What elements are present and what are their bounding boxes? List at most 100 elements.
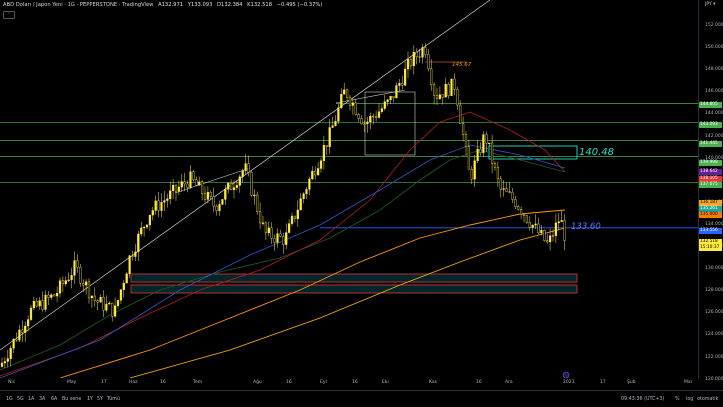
ohlc-high: Y133.093 xyxy=(187,2,213,8)
price-tick: 152.000 xyxy=(705,23,723,28)
timeframe-button[interactable]: 1Y xyxy=(87,397,93,402)
candle-body xyxy=(56,292,59,297)
candle-body xyxy=(456,89,459,106)
candle-body xyxy=(485,134,488,144)
candle-body xyxy=(134,251,137,257)
candle-body xyxy=(554,222,557,236)
candle-body xyxy=(430,68,433,85)
candle-body xyxy=(479,148,482,153)
timeframe-button[interactable]: 6A xyxy=(51,397,57,402)
candle-body xyxy=(296,209,299,220)
candle-body xyxy=(354,102,357,115)
candle-body xyxy=(151,210,154,216)
candle-body xyxy=(522,214,526,216)
candle-body xyxy=(427,54,430,70)
timeframe-button[interactable]: 1G xyxy=(6,397,13,402)
ma-blue xyxy=(0,144,566,378)
range-box xyxy=(364,91,416,156)
ma-orange xyxy=(59,209,566,378)
collapse-indicators-button[interactable]: ˅ xyxy=(3,11,15,19)
percent-toggle[interactable]: % xyxy=(675,397,680,402)
price-label: 137.675 xyxy=(699,182,722,188)
candle-body xyxy=(537,223,540,234)
candle-body xyxy=(398,83,401,86)
price-label: 138.642 xyxy=(699,169,722,175)
candle-body xyxy=(351,102,354,106)
price-tick: 144.000 xyxy=(705,111,723,117)
candle-body xyxy=(511,192,514,200)
candle-body xyxy=(229,182,233,191)
candle-body xyxy=(247,163,250,173)
candle-body xyxy=(64,280,67,285)
candle-body xyxy=(148,214,151,226)
tradingview-window: { "header": { "symbol": "ABD Doları / Ja… xyxy=(0,0,723,407)
candle-body xyxy=(421,47,424,58)
candle-body xyxy=(491,142,494,164)
candle-body xyxy=(488,142,491,145)
candle-body xyxy=(433,84,436,96)
timeframe-button[interactable]: 1A xyxy=(28,397,34,402)
candle-body xyxy=(305,189,308,195)
candle-body xyxy=(276,233,279,243)
candle-body xyxy=(215,205,218,211)
candle-body xyxy=(462,123,465,135)
candle-body xyxy=(87,281,91,299)
candle-body xyxy=(256,194,259,212)
candle-body xyxy=(200,181,204,194)
candle-body xyxy=(438,94,441,99)
candle-body xyxy=(32,301,35,309)
symbol-title[interactable]: ABD Doları / Japon Yeni · 1G · PEPPERSTO… xyxy=(3,2,153,8)
price-label: 133.556 xyxy=(699,228,722,234)
ma-green xyxy=(0,149,566,371)
candle-body xyxy=(24,325,27,333)
candle-body xyxy=(3,361,6,364)
candle-body xyxy=(61,280,64,285)
candle-body xyxy=(50,294,53,298)
candle-body xyxy=(282,236,285,245)
price-chart[interactable] xyxy=(0,0,698,378)
timeframe-button[interactable]: 5Y xyxy=(97,397,103,402)
candle-body xyxy=(140,227,143,235)
candle-body xyxy=(551,235,555,237)
candle-body xyxy=(105,303,108,311)
timeframe-button[interactable]: Bu sene xyxy=(62,397,81,402)
candle-body xyxy=(67,279,70,281)
log-toggle[interactable]: log xyxy=(686,397,693,402)
candle-body xyxy=(250,172,253,196)
price-label: 141.445 xyxy=(699,141,722,147)
candle-body xyxy=(308,178,311,190)
candle-body xyxy=(343,89,346,95)
candle-body xyxy=(192,171,195,180)
candle-body xyxy=(357,114,360,119)
candle-body xyxy=(525,215,528,223)
candle-body xyxy=(154,200,157,211)
price-tick: 130.000 xyxy=(705,266,723,272)
currency-selector[interactable]: JPY ▾ xyxy=(705,2,715,7)
annotation-high: 145.67 xyxy=(452,62,472,68)
candle-body xyxy=(273,238,276,243)
candle-body xyxy=(166,198,169,201)
timeframe-button[interactable]: Tümü xyxy=(107,397,120,402)
timeframe-button[interactable]: 5G xyxy=(17,397,24,402)
candle-body xyxy=(227,182,230,190)
timeframe-button[interactable]: 3A xyxy=(39,397,45,402)
price-label: 15:10:37 xyxy=(699,245,722,251)
candle-body xyxy=(96,300,99,303)
price-scale[interactable] xyxy=(698,0,723,378)
price-tick: 150.000 xyxy=(705,45,723,51)
candle-body xyxy=(337,107,340,122)
time-tick: 16 xyxy=(160,380,166,385)
candle-body xyxy=(183,181,186,185)
auto-scale-toggle[interactable]: otomatik xyxy=(697,397,718,402)
time-tick: 2023 xyxy=(563,380,575,385)
symbol-header: ABD Doları / Japon Yeni · 1G · PEPPERSTO… xyxy=(3,2,325,8)
time-tick: May xyxy=(67,380,77,385)
candle-body xyxy=(514,199,517,207)
candle-body xyxy=(328,127,331,147)
candle-body xyxy=(441,94,444,98)
candle-body xyxy=(116,300,120,307)
candle-body xyxy=(369,115,372,123)
clock-readout[interactable]: 09:43:36 (UTC+3) xyxy=(621,397,664,402)
candle-body xyxy=(401,83,404,86)
candle-body xyxy=(395,85,398,99)
